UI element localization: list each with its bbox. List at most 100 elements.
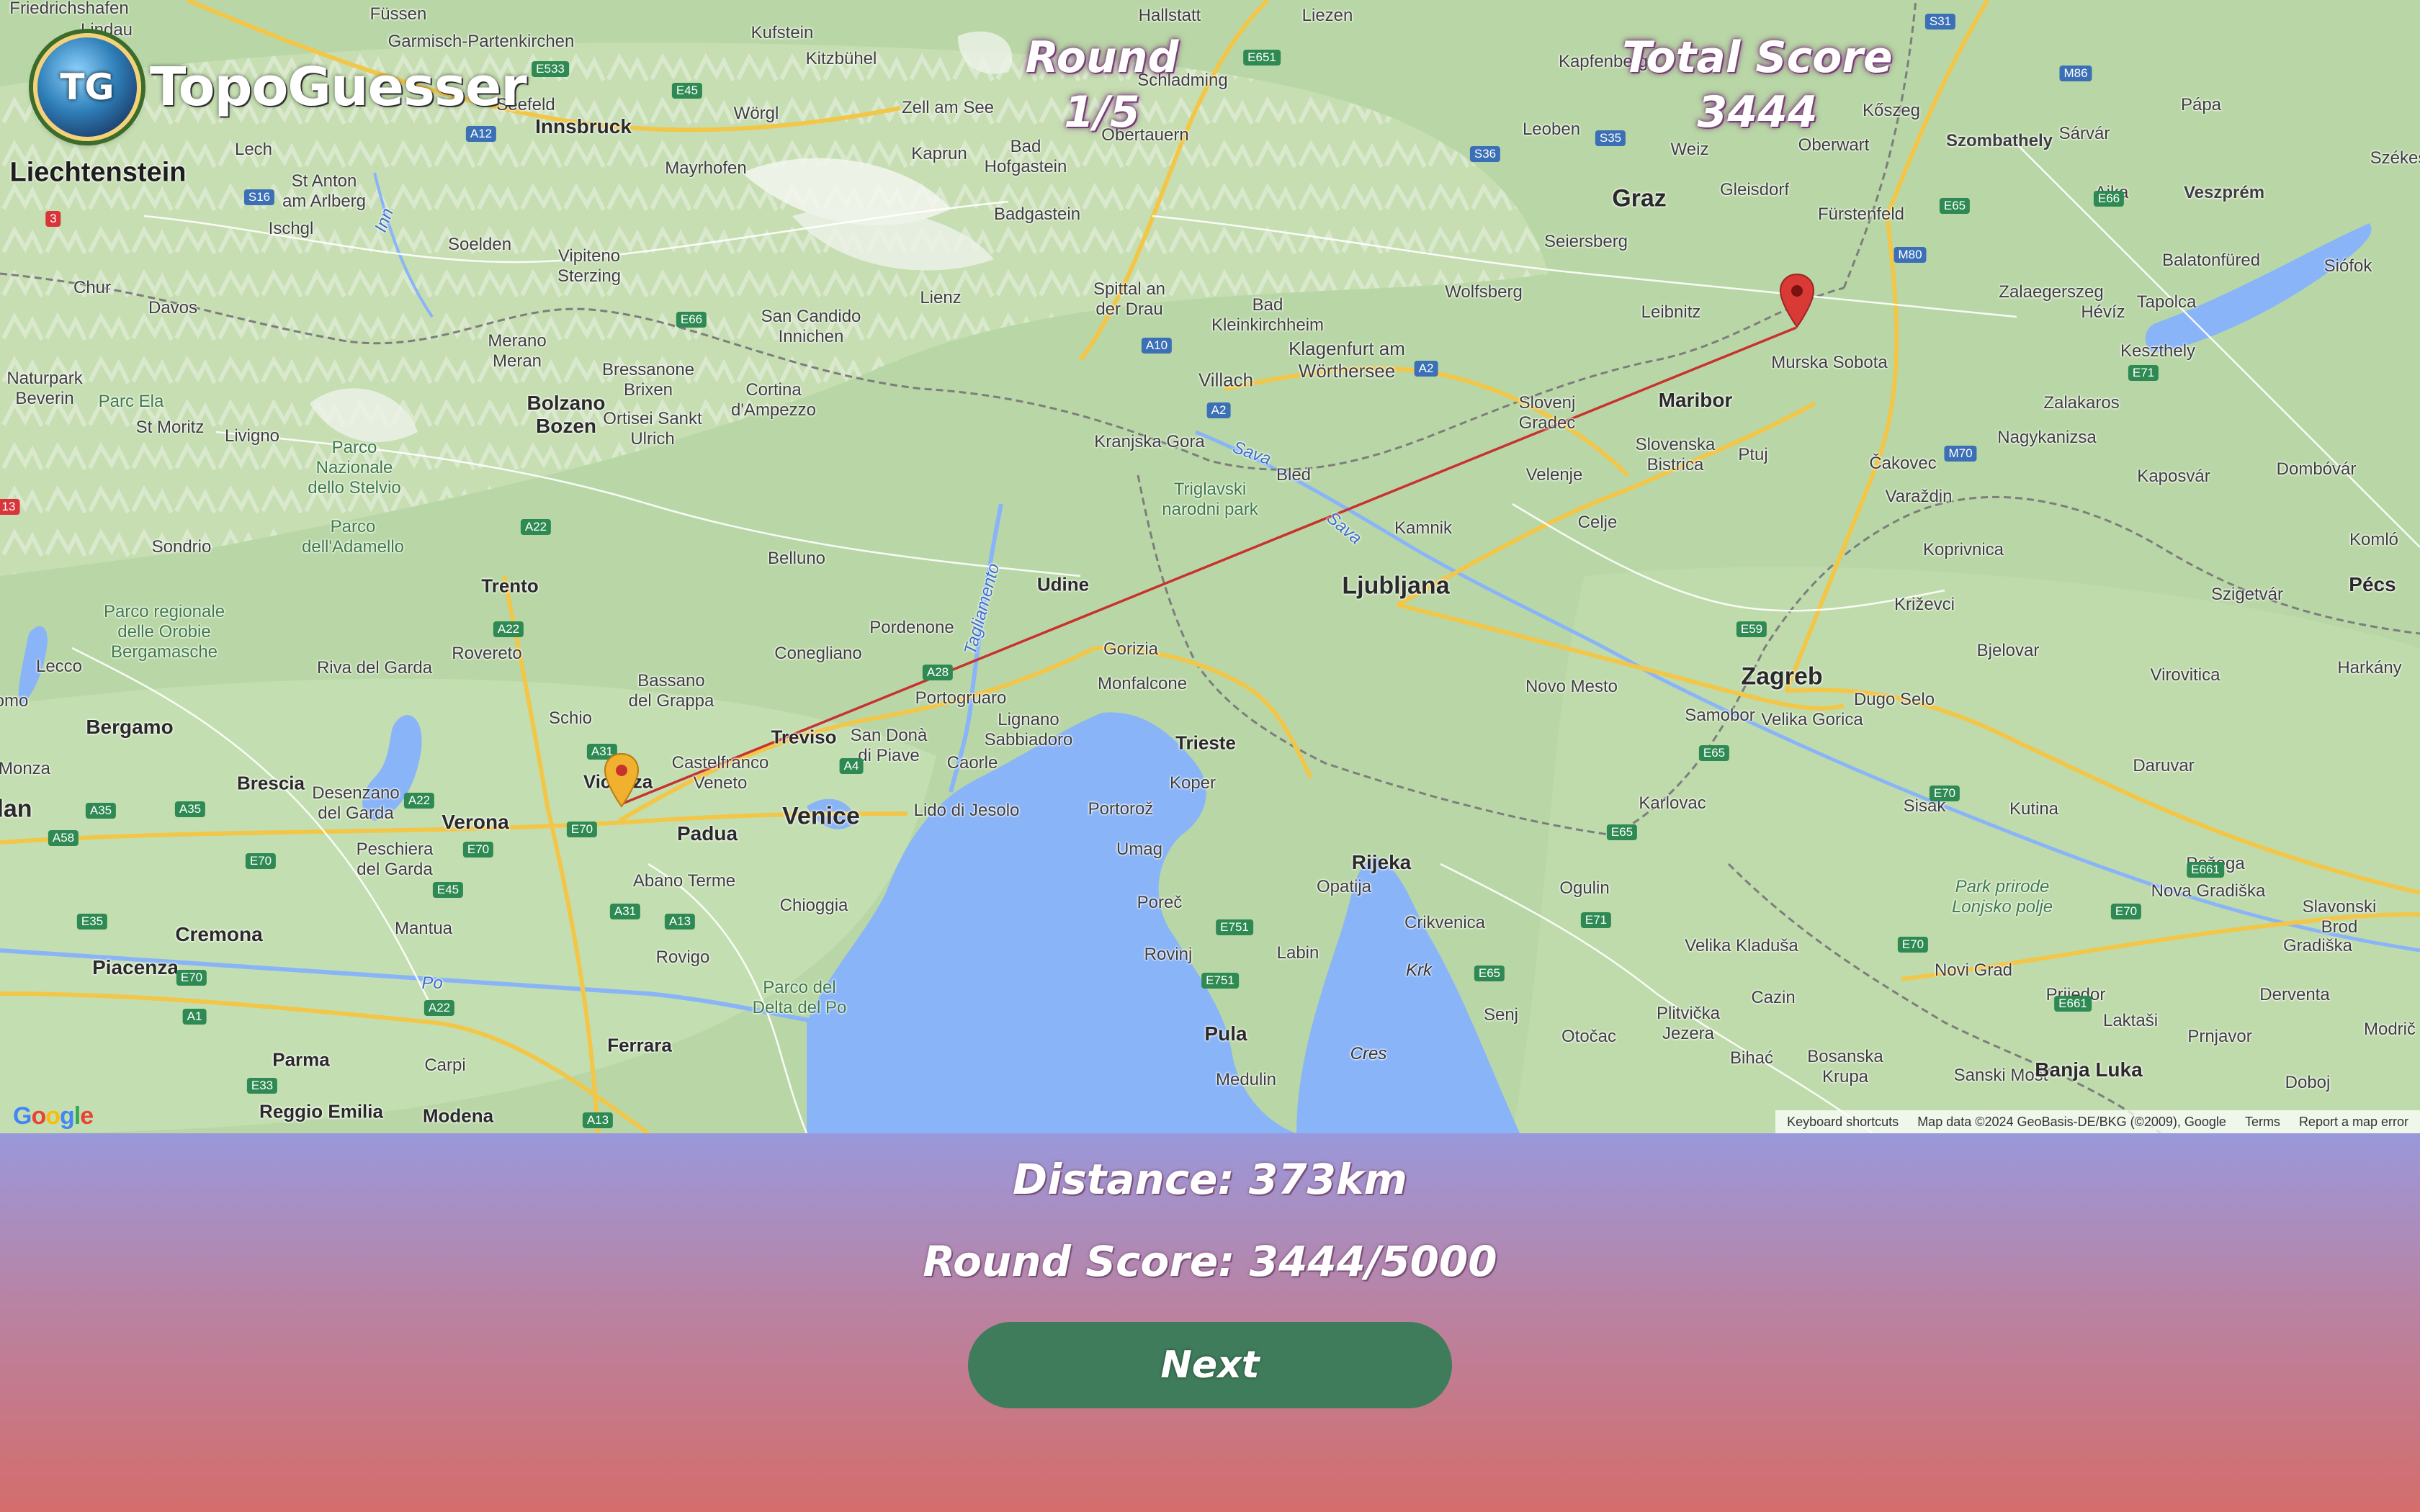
- road-shield: E71: [2128, 365, 2159, 381]
- map-data-attribution: Map data ©2024 GeoBasis-DE/BKG (©2009), …: [1917, 1114, 2226, 1129]
- road-shield: A1: [182, 1009, 207, 1025]
- map-label: Keszthely: [2120, 341, 2196, 361]
- map-label: Desenzano del Garda: [312, 783, 400, 823]
- map-label: Vipiteno Sterzing: [557, 246, 622, 286]
- map-label: Naturpark Beverin: [6, 369, 83, 408]
- map-label: Parco Nazionale dello Stelvio: [308, 438, 401, 498]
- map-label: Zalaegerszeg: [1999, 282, 2104, 302]
- map-label: Chioggia: [779, 896, 848, 915]
- map-label: Sondrio: [151, 537, 212, 557]
- app-logo[interactable]: TG TopoGuesser: [33, 33, 527, 141]
- road-shield: A2: [1206, 402, 1231, 418]
- map-label: lan: [0, 795, 32, 823]
- map-label: Plitvička Jezera: [1656, 1004, 1721, 1043]
- map-label: Hallstatt: [1138, 6, 1201, 25]
- map-label: Mantua: [394, 919, 453, 938]
- distance-text: Distance: 373km: [1013, 1155, 1407, 1204]
- map-label: Pécs: [2349, 573, 2396, 595]
- map-label: Leoben: [1522, 120, 1581, 139]
- map-label: Modrič: [2363, 1020, 2416, 1039]
- map-label: Otočac: [1561, 1027, 1617, 1046]
- road-shield: 13: [0, 499, 20, 515]
- map-label: Lignano Sabbiadoro: [984, 710, 1073, 750]
- map-label: Daruvar: [2133, 756, 2195, 775]
- next-button[interactable]: Next: [968, 1322, 1452, 1408]
- map-label: Rovinj: [1144, 945, 1193, 964]
- map-label: Bjelovar: [1976, 641, 2040, 660]
- map-label: Piacenza: [92, 956, 179, 978]
- map-label: Badgastein: [993, 204, 1081, 224]
- road-shield: A22: [424, 1000, 455, 1016]
- map-label: Ischgl: [268, 219, 314, 238]
- map-label: Bad Hofgastein: [984, 137, 1067, 176]
- map-label: Lecco: [35, 657, 83, 676]
- road-shield: E33: [246, 1078, 278, 1094]
- map-base: [0, 0, 2420, 1133]
- road-shield: M86: [2059, 66, 2092, 81]
- road-shield: E70: [245, 853, 277, 869]
- road-shield: E71: [1580, 912, 1612, 928]
- road-shield: E65: [1939, 198, 1971, 214]
- map-label: Zell am See: [901, 98, 995, 117]
- map-label: Križevci: [1894, 595, 1955, 614]
- map-label: Crikvenica: [1404, 913, 1486, 932]
- map-label: Velenje: [1525, 465, 1583, 485]
- map-label: Peschiera del Garda: [356, 840, 434, 879]
- map-label: Bolzano Bozen: [526, 392, 606, 437]
- map-label: Rovereto: [452, 644, 522, 663]
- map-label: Chur: [73, 278, 112, 297]
- map-label: Krk: [1406, 960, 1432, 980]
- road-shield: E70: [566, 822, 598, 837]
- map-label: Cremona: [175, 923, 263, 945]
- map-label: Trento: [481, 575, 539, 597]
- map-label: Nova Gradiška: [2151, 881, 2266, 901]
- map-label: Hévíz: [2081, 302, 2125, 322]
- total-score-label: Total Score: [1622, 32, 1893, 83]
- map-label: Derventa: [2259, 985, 2330, 1004]
- map-label: Čakovec: [1869, 454, 1937, 473]
- map-label: Novo Mesto: [1525, 677, 1618, 696]
- report-map-error-link[interactable]: Report a map error: [2299, 1115, 2408, 1130]
- map-label: Cres: [1350, 1044, 1387, 1063]
- map-label: Sárvár: [2058, 124, 2110, 143]
- map-view[interactable]: Friedrichshafen Lindau Füssen Garmisch-P…: [0, 0, 2420, 1133]
- map-label: Ogulin: [1559, 878, 1610, 898]
- keyboard-shortcuts-link[interactable]: Keyboard shortcuts: [1787, 1115, 1899, 1130]
- map-label: Slovenj Gradec: [1518, 393, 1576, 433]
- map-label: Medulin: [1215, 1070, 1277, 1089]
- map-label: Triglavski narodni park: [1162, 480, 1258, 519]
- road-shield: E45: [671, 83, 703, 99]
- guess-marker-icon: [604, 752, 640, 808]
- map-label: Spittal an der Drau: [1093, 279, 1166, 319]
- map-label: Bosanska Krupa: [1807, 1047, 1883, 1086]
- map-label: Fürstenfeld: [1817, 204, 1905, 224]
- map-label: Friedrichshafen: [9, 0, 129, 18]
- map-label: Celje: [1577, 513, 1618, 532]
- map-label: Velika Gorica: [1761, 710, 1863, 729]
- map-label: omo: [0, 691, 29, 711]
- map-label: Prnjavor: [2187, 1027, 2252, 1046]
- road-shield: E65: [1474, 966, 1505, 981]
- map-label: Kaprun: [911, 144, 967, 163]
- road-shield: A58: [48, 830, 79, 846]
- road-shield: E70: [2110, 904, 2142, 919]
- map-label: Zalakaros: [2043, 393, 2120, 413]
- map-label: Nagykanizsa: [1997, 428, 2097, 447]
- map-label: Brescia: [237, 772, 305, 794]
- road-shield: A22: [493, 621, 524, 637]
- map-label: Villach: [1198, 369, 1254, 391]
- map-label: Udine: [1036, 573, 1090, 595]
- map-label: Bled: [1276, 465, 1312, 485]
- round-label: Round: [1025, 32, 1179, 83]
- terms-link[interactable]: Terms: [2245, 1115, 2280, 1130]
- map-label: Banja Luka: [2035, 1058, 2143, 1081]
- map-label: Mayrhofen: [665, 158, 747, 178]
- road-shield: M70: [1944, 446, 1977, 462]
- map-label: San Candido Innichen: [761, 307, 861, 346]
- map-label: Opatija: [1316, 877, 1372, 896]
- google-logo: Google: [13, 1102, 94, 1130]
- total-score-indicator: Total Score 3444: [1599, 30, 1916, 140]
- road-shield: E751: [1216, 919, 1253, 935]
- road-shield: E65: [1606, 824, 1638, 840]
- map-label: Abano Terme: [632, 871, 736, 891]
